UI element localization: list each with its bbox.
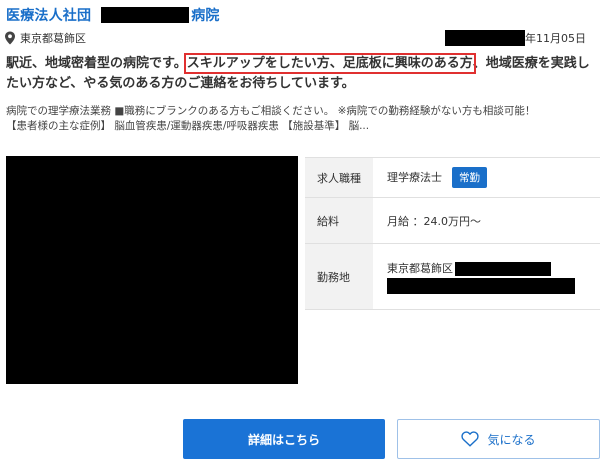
location-text: 東京都葛飾区 bbox=[20, 32, 86, 45]
job-type-label: 求人職種 bbox=[305, 157, 373, 198]
redacted-year bbox=[445, 30, 525, 46]
job-type-value: 理学療法士 bbox=[387, 171, 442, 184]
salary-label: 給料 bbox=[305, 197, 373, 244]
posted-date: 年11月05日 bbox=[445, 29, 586, 47]
heart-icon bbox=[461, 431, 480, 447]
map-pin-icon bbox=[4, 31, 16, 45]
details-button-label: 詳細はこちら bbox=[247, 432, 320, 447]
catchcopy-before: 駅近、地域密着型の病院です。 bbox=[6, 56, 187, 71]
date-text: 年11月05日 bbox=[525, 32, 586, 45]
job-info-table: 求人職種 理学療法士 常勤 給料 月給 ：24.0万円〜 勤務地 東京都葛飾区 bbox=[305, 157, 600, 310]
job-description: 病院での理学療法業務 ■職務にブランクのある方もご相談ください。 ※病院での勤務… bbox=[6, 104, 592, 134]
salary-value: 月給 ：24.0万円〜 bbox=[373, 197, 600, 244]
workplace-cell: 東京都葛飾区 bbox=[373, 243, 600, 310]
redacted-facility-name bbox=[101, 7, 190, 23]
location: 東京都葛飾区 bbox=[4, 30, 86, 46]
redacted-address-1 bbox=[455, 261, 551, 276]
title-prefix[interactable]: 医療法人社団 bbox=[6, 5, 91, 25]
row-salary: 給料 月給 ：24.0万円〜 bbox=[305, 197, 600, 244]
job-type-cell: 理学療法士 常勤 bbox=[373, 157, 600, 198]
catchcopy: 駅近、地域密着型の病院です。スキルアップをしたい方、足底板に興味のある方、地域医… bbox=[6, 53, 594, 94]
details-button[interactable]: 詳細はこちら bbox=[183, 419, 385, 459]
description-line-1: 病院での理学療法業務 ■職務にブランクのある方もご相談ください。 ※病院での勤務… bbox=[6, 105, 536, 117]
catchcopy-highlight: スキルアップをしたい方、足底板に興味のある方 bbox=[183, 53, 476, 74]
favorite-button-label: 気になる bbox=[487, 432, 536, 447]
employment-type-badge: 常勤 bbox=[452, 167, 487, 188]
row-workplace: 勤務地 東京都葛飾区 bbox=[305, 243, 600, 310]
redacted-facility-photo bbox=[6, 156, 298, 384]
description-line-2: 【患者様の主な症例】 脳血管疾患/運動器疾患/呼吸器疾患 【施設基準】 脳... bbox=[6, 120, 370, 132]
workplace-label: 勤務地 bbox=[305, 243, 373, 310]
facility-title[interactable]: 医療法人社団 病院 bbox=[6, 4, 220, 26]
workplace-value: 東京都葛飾区 bbox=[387, 261, 453, 275]
favorite-button[interactable]: 気になる bbox=[397, 419, 600, 459]
redacted-address-2 bbox=[387, 277, 575, 294]
row-job-type: 求人職種 理学療法士 常勤 bbox=[305, 157, 600, 198]
title-suffix[interactable]: 病院 bbox=[191, 5, 219, 25]
